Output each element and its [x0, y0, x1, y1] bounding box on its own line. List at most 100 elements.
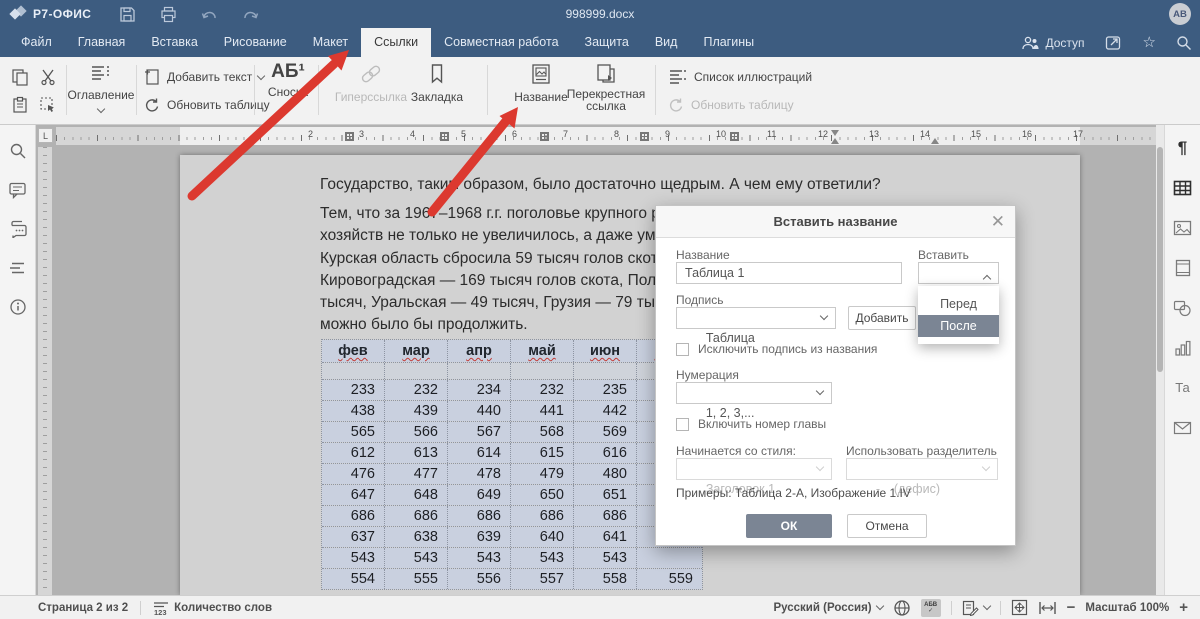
table-cell[interactable]: 641	[574, 527, 637, 547]
tab-Файл[interactable]: Файл	[8, 28, 65, 57]
chat-icon[interactable]	[8, 219, 28, 239]
crossref-button[interactable]: Перекрестная ссылка	[566, 63, 646, 112]
table-cell[interactable]: 477	[385, 464, 448, 484]
table-cell[interactable]: 234	[448, 380, 511, 400]
tab-Защита[interactable]: Защита	[572, 28, 642, 57]
tab-Макет[interactable]: Макет	[300, 28, 361, 57]
table-cell[interactable]	[511, 363, 574, 379]
paragraph-line[interactable]: можно было бы продолжить.	[320, 314, 681, 336]
vertical-scrollbar[interactable]	[1156, 125, 1164, 595]
table-cell[interactable]: 555	[385, 569, 448, 589]
chapter-number-checkbox[interactable]: Включить номер главы	[676, 417, 826, 431]
numbering-combo[interactable]: 1, 2, 3,...	[676, 382, 832, 404]
paragraph-line[interactable]: тысяч, Уральская — 49 тысяч, Грузия — 79…	[320, 292, 681, 314]
tab-Ссылки[interactable]: Ссылки	[361, 28, 431, 57]
table-cell[interactable]: 543	[574, 548, 637, 568]
search-icon[interactable]	[1176, 35, 1192, 51]
table-cell[interactable]: 686	[574, 506, 637, 526]
caption-button[interactable]: Название	[509, 63, 573, 104]
table-cell[interactable]: 613	[385, 443, 448, 463]
favorite-star-icon[interactable]: ☆	[1143, 35, 1156, 50]
tab-Вставка[interactable]: Вставка	[138, 28, 210, 57]
table-cell[interactable]: 650	[511, 485, 574, 505]
table-cell[interactable]: 235	[574, 380, 637, 400]
shape-settings-icon[interactable]	[1173, 298, 1193, 318]
paragraph-line[interactable]: Тем, что за 1967–1968 г.г. поголовье кру…	[320, 203, 681, 225]
table-cell[interactable]: 569	[574, 422, 637, 442]
table-column-marker[interactable]	[730, 132, 739, 141]
dialog-titlebar[interactable]: Вставить название ✕	[656, 206, 1015, 238]
first-line-indent-marker[interactable]	[831, 130, 839, 136]
access-button[interactable]: Доступ	[1022, 36, 1084, 50]
table-cell[interactable]: 638	[385, 527, 448, 547]
paragraph-1[interactable]: Государство, таким образом, было достато…	[320, 176, 881, 194]
paste-button[interactable]	[8, 93, 32, 117]
table-cell[interactable]: 232	[511, 380, 574, 400]
table-header-cell[interactable]: май	[511, 340, 574, 362]
exclude-label-checkbox[interactable]: Исключить подпись из названия	[676, 342, 877, 356]
redo-icon[interactable]	[242, 6, 259, 23]
dropdown-option-after[interactable]: После	[918, 315, 999, 337]
table-cell[interactable]: 612	[322, 443, 385, 463]
table-cell[interactable]	[637, 548, 702, 568]
table-cell[interactable]: 543	[448, 548, 511, 568]
table-cell[interactable]: 615	[511, 443, 574, 463]
undo-icon[interactable]	[201, 6, 218, 23]
table-header-cell[interactable]: мар	[385, 340, 448, 362]
table-settings-icon[interactable]	[1173, 178, 1193, 198]
avatar[interactable]: AB	[1169, 3, 1191, 25]
table-cell[interactable]: 651	[574, 485, 637, 505]
copy-button[interactable]	[8, 65, 32, 89]
header-footer-settings-icon[interactable]	[1173, 258, 1193, 278]
table-cell[interactable]	[574, 363, 637, 379]
table-cell[interactable]: 686	[511, 506, 574, 526]
caption-type-combo[interactable]: Таблица	[676, 307, 836, 329]
table-column-marker[interactable]	[440, 132, 449, 141]
share-icon[interactable]	[1105, 35, 1123, 51]
comments-icon[interactable]	[8, 180, 28, 200]
table-cell[interactable]: 480	[574, 464, 637, 484]
document-table[interactable]: февмарапрмайиюниюл 233232234232235438439…	[321, 339, 703, 590]
language-selector[interactable]: Русский (Россия)	[773, 602, 882, 614]
table-cell[interactable]	[385, 363, 448, 379]
table-cell[interactable]: 440	[448, 401, 511, 421]
image-settings-icon[interactable]	[1173, 218, 1193, 238]
update-toc-button[interactable]: Обновить таблицу	[144, 94, 270, 116]
word-count-button[interactable]: 123 Количество слов	[153, 600, 272, 616]
textart-settings-icon[interactable]: Та	[1173, 378, 1193, 398]
table-cell[interactable]: 233	[322, 380, 385, 400]
caption-name-input[interactable]: Таблица 1	[676, 262, 902, 284]
zoom-in-button[interactable]: +	[1179, 599, 1188, 616]
fit-page-icon[interactable]	[1011, 599, 1028, 616]
print-icon[interactable]	[160, 6, 177, 23]
table-cell[interactable]: 639	[448, 527, 511, 547]
tab-Совместная работа[interactable]: Совместная работа	[431, 28, 571, 57]
ok-button[interactable]: ОК	[746, 514, 832, 538]
table-cell[interactable]: 476	[322, 464, 385, 484]
table-header-cell[interactable]: июн	[574, 340, 637, 362]
cancel-button[interactable]: Отмена	[847, 514, 927, 538]
close-icon[interactable]: ✕	[991, 206, 1005, 237]
footnote-button[interactable]: АБ¹ Сноска	[262, 61, 314, 109]
table-column-marker[interactable]	[540, 132, 549, 141]
table-cell[interactable]: 556	[448, 569, 511, 589]
table-cell[interactable]: 647	[322, 485, 385, 505]
table-cell[interactable]: 543	[511, 548, 574, 568]
dropdown-option-before[interactable]: Перед	[918, 293, 999, 315]
table-cell[interactable]: 566	[385, 422, 448, 442]
toc-button[interactable]: Оглавление	[70, 63, 132, 112]
table-column-marker[interactable]	[640, 132, 649, 141]
table-cell[interactable]: 479	[511, 464, 574, 484]
about-icon[interactable]	[8, 297, 28, 317]
table-header-cell[interactable]: апр	[448, 340, 511, 362]
table-cell[interactable]	[322, 363, 385, 379]
chart-settings-icon[interactable]	[1173, 338, 1193, 358]
tab-stop-selector[interactable]: L	[38, 128, 53, 143]
insert-position-combo[interactable]: После	[918, 262, 999, 284]
tab-Главная[interactable]: Главная	[65, 28, 139, 57]
add-text-button[interactable]: Добавить текст	[144, 66, 264, 88]
table-cell[interactable]: 441	[511, 401, 574, 421]
horizontal-ruler[interactable]: 1234567891011121314151617	[56, 127, 1156, 145]
save-icon[interactable]	[119, 6, 136, 23]
mailmerge-icon[interactable]	[1173, 418, 1193, 438]
